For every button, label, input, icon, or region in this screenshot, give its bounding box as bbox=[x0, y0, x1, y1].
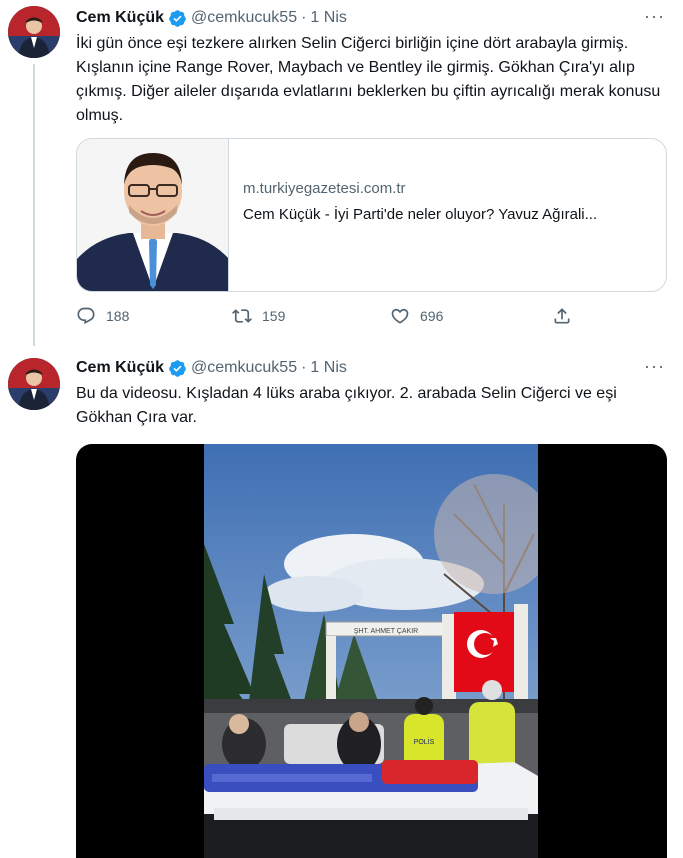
card-thumbnail bbox=[77, 139, 229, 291]
retweet-count: 159 bbox=[262, 308, 286, 324]
like-icon bbox=[391, 308, 409, 324]
separator-dot: · bbox=[301, 359, 307, 376]
reply-icon bbox=[77, 307, 95, 325]
more-icon[interactable]: ··· bbox=[644, 6, 665, 27]
video-frame: ŞHT. AHMET ÇAKIR POLİS bbox=[204, 444, 538, 858]
avatar[interactable] bbox=[8, 6, 60, 58]
share-icon bbox=[554, 308, 570, 324]
reply-count: 188 bbox=[106, 308, 130, 324]
more-icon[interactable]: ··· bbox=[644, 356, 665, 377]
video-player[interactable]: ŞHT. AHMET ÇAKIR POLİS bbox=[76, 444, 667, 858]
like-button[interactable]: 696 bbox=[390, 306, 443, 326]
verified-badge-icon bbox=[169, 359, 186, 377]
card-meta: m.turkiyegazetesi.com.tr Cem Küçük - İyi… bbox=[229, 139, 597, 291]
tweet-timestamp[interactable]: 1 Nis bbox=[310, 9, 346, 27]
author-handle[interactable]: @cemkucuk55 bbox=[191, 9, 297, 27]
retweet-icon bbox=[232, 309, 252, 323]
tweet-header: Cem Küçük @cemkucuk55 · 1 Nis bbox=[76, 6, 347, 30]
tweet-actions: 188 159 696 bbox=[76, 306, 576, 330]
card-domain: m.turkiyegazetesi.com.tr bbox=[243, 180, 406, 197]
reply-button[interactable]: 188 bbox=[76, 306, 129, 326]
tweet-text: İki gün önce eşi tezkere alırken Selin C… bbox=[76, 35, 661, 124]
tweet-header: Cem Küçük @cemkucuk55 · 1 Nis bbox=[76, 356, 347, 380]
retweet-button[interactable]: 159 bbox=[232, 306, 285, 326]
thread-connector-line bbox=[33, 64, 35, 346]
gate-sign: ŞHT. AHMET ÇAKIR bbox=[354, 628, 418, 635]
share-button[interactable] bbox=[552, 306, 582, 326]
vest-label: POLİS bbox=[414, 737, 435, 746]
author-handle[interactable]: @cemkucuk55 bbox=[191, 359, 297, 377]
tweet-text: Bu da videosu. Kışladan 4 lüks araba çık… bbox=[76, 385, 617, 426]
verified-badge-icon bbox=[169, 9, 186, 27]
tweet-timestamp[interactable]: 1 Nis bbox=[310, 359, 346, 377]
card-title: Cem Küçük - İyi Parti'de neler oluyor? Y… bbox=[243, 206, 598, 223]
avatar[interactable] bbox=[8, 358, 60, 410]
separator-dot: · bbox=[301, 9, 307, 26]
author-name[interactable]: Cem Küçük bbox=[76, 9, 164, 27]
link-preview-card[interactable]: m.turkiyegazetesi.com.tr Cem Küçük - İyi… bbox=[76, 138, 667, 292]
like-count: 696 bbox=[420, 308, 444, 324]
author-name[interactable]: Cem Küçük bbox=[76, 359, 164, 377]
